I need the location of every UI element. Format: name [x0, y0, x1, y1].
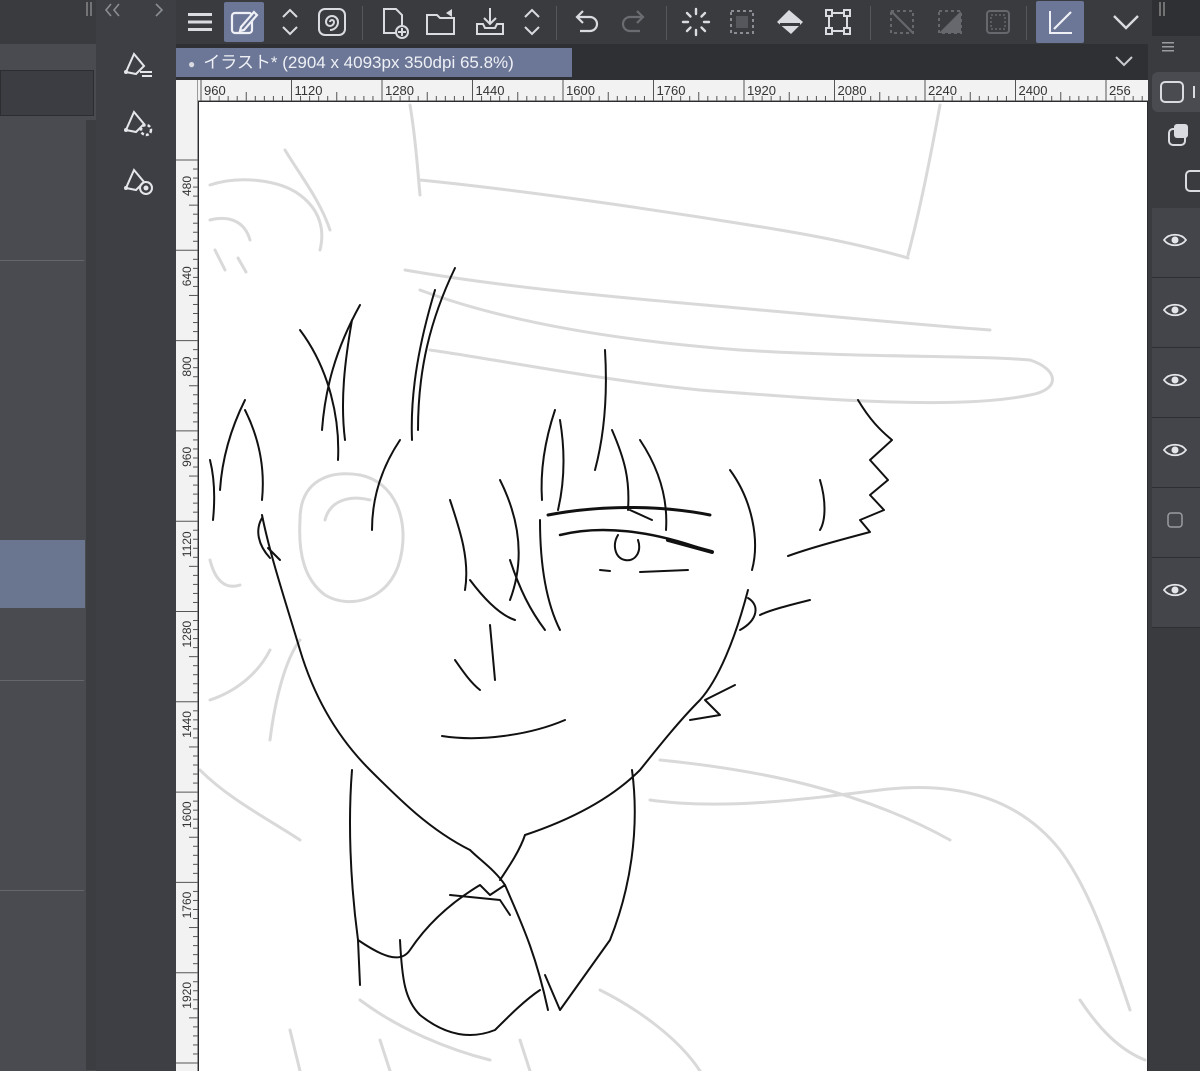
layer-row[interactable]	[1152, 418, 1200, 488]
layer-row[interactable]	[1152, 558, 1200, 628]
new-canvas-icon[interactable]	[374, 2, 414, 42]
updown-icon[interactable]	[512, 2, 552, 42]
pen-vector-tool-icon[interactable]	[120, 46, 154, 80]
ruler-label: 1920	[747, 83, 776, 98]
ruler-label: 256	[1109, 83, 1131, 98]
selected-list-item[interactable]	[0, 540, 85, 608]
layer-tab[interactable]	[1152, 72, 1200, 112]
open-folder-icon[interactable]	[422, 2, 462, 42]
divider	[0, 890, 84, 891]
selection-outline-icon[interactable]	[978, 2, 1018, 42]
pen-target-tool-icon[interactable]	[120, 162, 154, 196]
eye-icon[interactable]	[1162, 581, 1188, 604]
layer-row[interactable]	[1152, 348, 1200, 418]
invert-selection-icon[interactable]	[930, 2, 970, 42]
ruler-label: 2240	[928, 83, 957, 98]
spiral-icon[interactable]	[312, 2, 352, 42]
layer-copy-icon[interactable]	[1164, 120, 1194, 150]
divider	[0, 260, 84, 261]
expand-right-icon[interactable]	[152, 0, 168, 24]
panel-grip-icon[interactable]	[84, 0, 94, 24]
toolbar-separator	[666, 6, 667, 40]
ruler-label: 1760	[180, 891, 194, 918]
layer-row[interactable]	[1152, 208, 1200, 278]
ruler-label: 960	[180, 447, 194, 467]
ruler-label: 1600	[566, 83, 595, 98]
divider	[0, 680, 84, 681]
unsaved-dot-icon: ●	[188, 57, 196, 71]
ruler-label: 960	[204, 83, 226, 98]
drawing-canvas[interactable]	[199, 102, 1147, 1071]
eye-icon[interactable]	[1162, 231, 1188, 254]
ruler-label: 1440	[180, 711, 194, 738]
ruler-label: 1280	[385, 83, 414, 98]
ruler-label: 1760	[657, 83, 686, 98]
transform-icon[interactable]	[818, 2, 858, 42]
ruler-snap-icon[interactable]	[1036, 1, 1084, 43]
ruler-label: 640	[180, 266, 194, 286]
ruler-label: 480	[180, 176, 194, 196]
toolbar-separator	[556, 6, 557, 40]
sub-tool-strip	[96, 0, 176, 1071]
left-panel	[0, 0, 96, 1071]
eye-icon[interactable]	[1162, 371, 1188, 394]
redo-icon[interactable]	[614, 2, 654, 42]
updown-icon[interactable]	[270, 2, 310, 42]
ruler-label: 1120	[180, 531, 194, 557]
scrollbar[interactable]	[86, 120, 96, 1070]
clear-selection-icon[interactable]	[882, 2, 922, 42]
document-tab[interactable]: ● イラスト* (2904 x 4093px 350dpi 65.8%)	[176, 48, 572, 77]
left-panel-header	[0, 0, 96, 44]
panel-menu-icon[interactable]	[1160, 40, 1180, 56]
left-panel-field[interactable]	[0, 70, 94, 116]
ruler-label: 1120	[295, 83, 323, 98]
eye-icon[interactable]	[1162, 301, 1188, 324]
ruler-label: 1600	[180, 801, 194, 828]
ruler-label: 800	[180, 356, 194, 376]
visibility-checkbox[interactable]	[1162, 511, 1188, 534]
eye-icon[interactable]	[1162, 441, 1188, 464]
pen-edit-icon[interactable]	[224, 2, 264, 42]
ruler-label: 2400	[1019, 83, 1048, 98]
layer-row[interactable]	[1152, 278, 1200, 348]
tab-list-chevron-icon[interactable]	[1112, 52, 1138, 72]
selection-dashed-icon[interactable]	[722, 2, 762, 42]
chevron-down-icon[interactable]	[1104, 2, 1148, 42]
toolbar-separator	[870, 6, 871, 40]
fill-bucket-icon[interactable]	[770, 2, 810, 42]
document-tab-title: イラスト* (2904 x 4093px 350dpi 65.8%)	[203, 53, 514, 72]
pen-settings-tool-icon[interactable]	[120, 104, 154, 138]
right-panel-header	[1152, 0, 1200, 36]
menu-icon[interactable]	[180, 2, 220, 42]
horizontal-ruler: 960 1120 1280 1440 1600 1760 1920 2080 2240 2400 2…	[176, 80, 1148, 101]
toolbar-separator	[1026, 6, 1027, 40]
toolbar-separator	[362, 6, 363, 40]
ruler-label: 1280	[180, 620, 194, 647]
line-art-illustration	[199, 103, 1147, 1071]
ruler-label: 2080	[838, 83, 867, 98]
ruler-label: 1920	[180, 982, 194, 1009]
loading-icon[interactable]	[676, 2, 716, 42]
undo-icon[interactable]	[566, 2, 606, 42]
save-import-icon[interactable]	[470, 2, 510, 42]
layer-row[interactable]	[1152, 488, 1200, 558]
ruler-label: 1440	[476, 83, 505, 98]
layer-mask-icon[interactable]	[1176, 166, 1200, 196]
vertical-ruler: 48064080096011201280144016001760192080	[176, 80, 198, 1071]
collapse-left-icon[interactable]	[102, 0, 126, 24]
